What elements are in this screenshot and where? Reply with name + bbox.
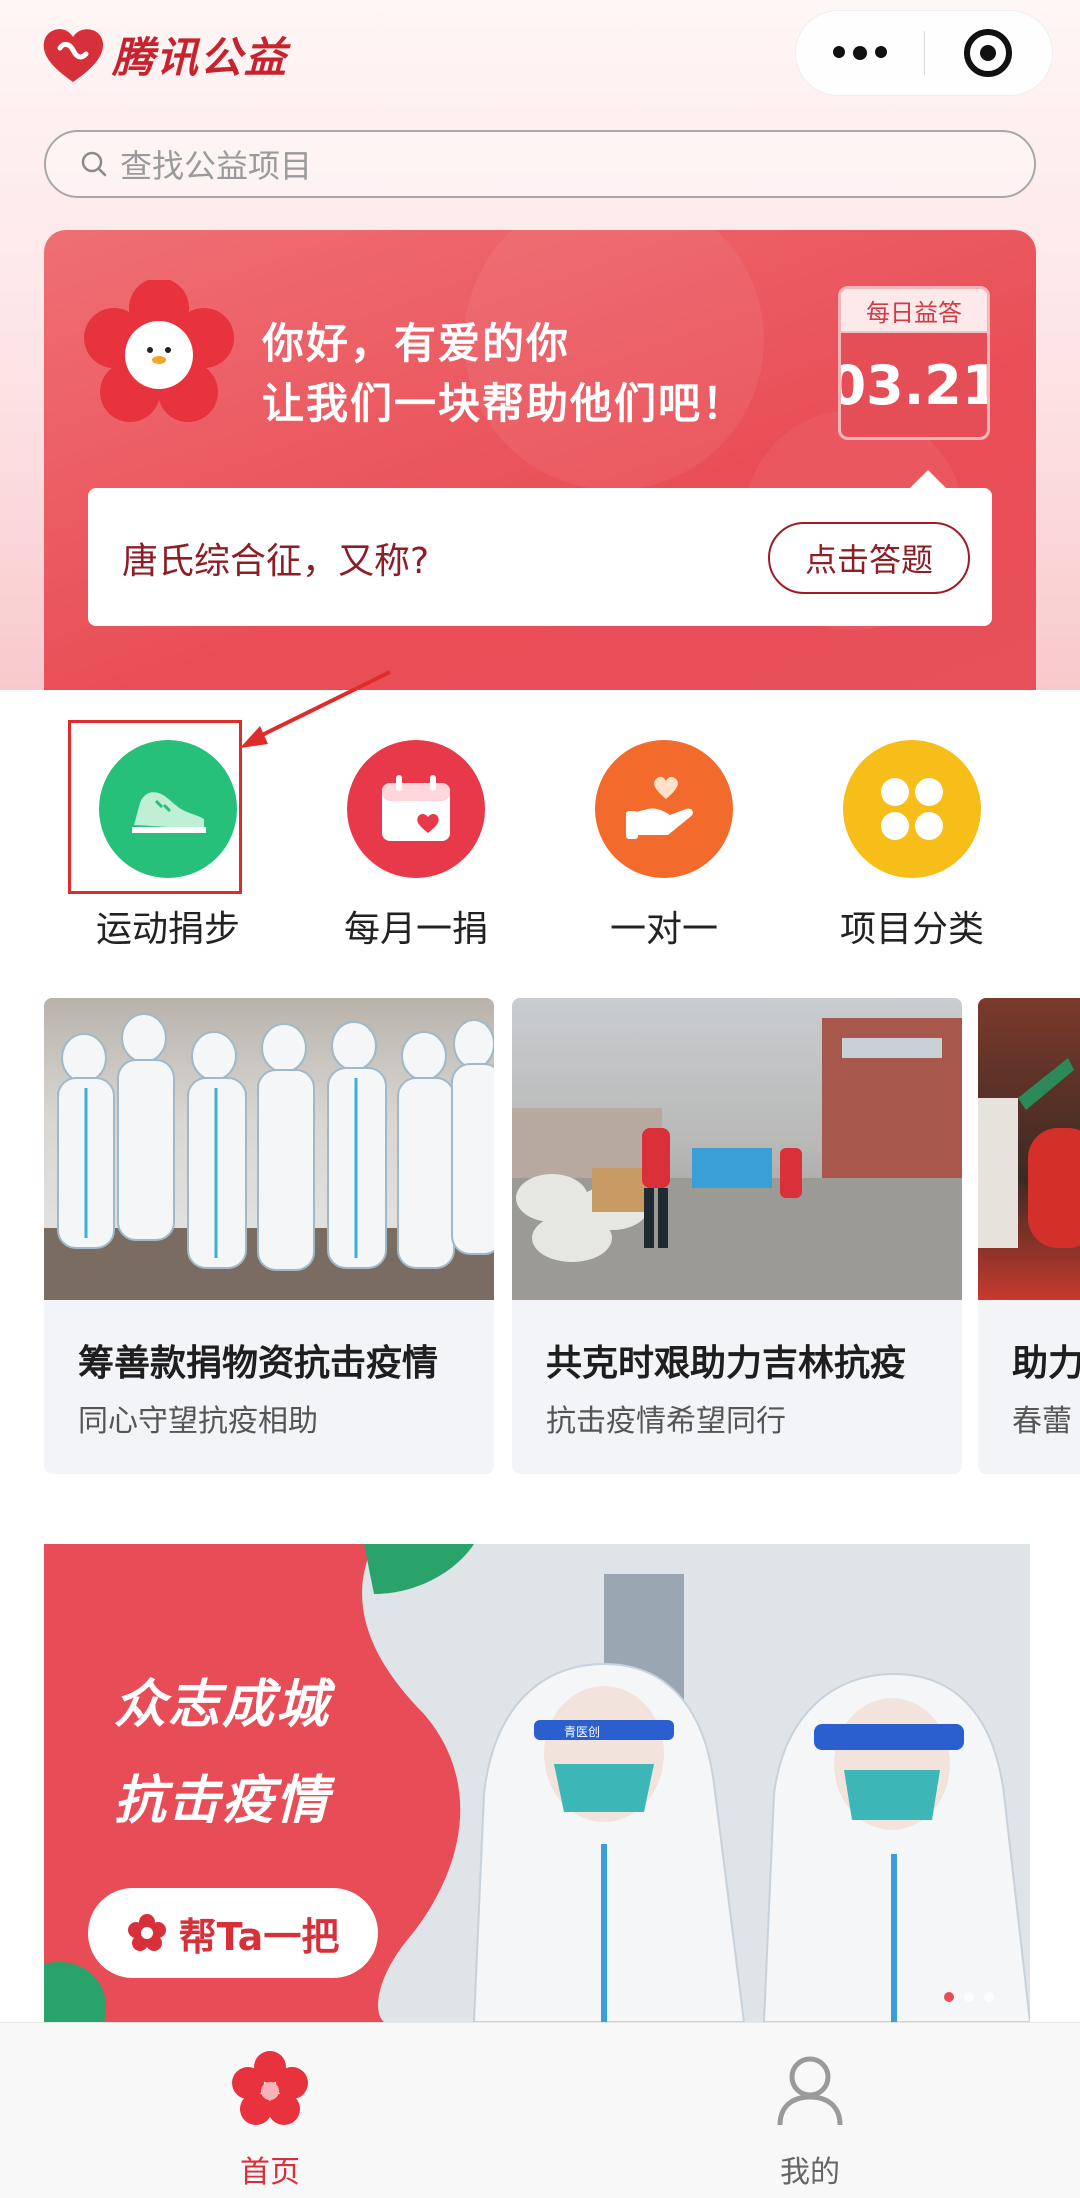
- annotation-highlight-box: [68, 720, 242, 894]
- project-image: [44, 998, 494, 1300]
- tab-home[interactable]: 首页: [170, 2051, 370, 2191]
- calendar-heart-icon: [347, 740, 485, 878]
- flower-icon: [127, 1914, 166, 1951]
- clover-grid-icon: [843, 740, 981, 878]
- entry-monthly-donation[interactable]: 每月一捐: [316, 740, 516, 952]
- search-placeholder: 查找公益项目: [120, 147, 313, 185]
- daily-quiz-label: 每日益答: [841, 289, 987, 333]
- search-icon: [81, 151, 107, 177]
- project-title: 筹善款捐物资抗击疫情: [78, 1343, 439, 1384]
- tab-mine-label: 我的: [780, 2155, 840, 2190]
- entry-label: 每月一捐: [343, 909, 488, 950]
- quiz-question-box: 唐氏综合征，又称? 点击答题: [88, 488, 992, 626]
- greeting-line-1: 你好，有爱的你: [262, 319, 571, 368]
- help-button-label: 帮Ta一把: [178, 1914, 340, 1959]
- visor-text: 青医创: [564, 1725, 600, 1739]
- user-icon: [777, 2056, 843, 2126]
- daily-quiz-date: 03.21: [841, 333, 987, 437]
- campaign-banner[interactable]: 青医创 众志成城 抗击疫情 帮Ta一把: [44, 1544, 1030, 2022]
- help-button[interactable]: 帮Ta一把: [88, 1888, 378, 1978]
- app-logo: 腾讯公益: [40, 24, 288, 85]
- entry-one-on-one[interactable]: 一对一: [564, 740, 764, 952]
- heart-logo-icon: [43, 28, 104, 82]
- entry-label: 项目分类: [839, 909, 984, 950]
- entry-category[interactable]: 项目分类: [812, 740, 1012, 952]
- project-image: [512, 998, 962, 1300]
- entry-label: 运动捐步: [95, 909, 240, 950]
- project-title: 助力: [1012, 1343, 1080, 1384]
- project-card[interactable]: 共克时艰助力吉林抗疫 抗击疫情希望同行: [512, 998, 962, 1474]
- hand-heart-icon: [595, 740, 733, 878]
- project-subtitle: 春蕾: [1012, 1404, 1072, 1439]
- flower-home-icon: [232, 2051, 308, 2125]
- bottom-tabbar: 首页 我的: [0, 2022, 1080, 2198]
- quiz-question: 唐氏综合征，又称?: [122, 541, 430, 582]
- tab-mine[interactable]: 我的: [710, 2051, 910, 2191]
- project-card[interactable]: 助力 春蕾: [978, 998, 1080, 1474]
- carousel-indicator: [944, 1992, 994, 2002]
- miniprogram-capsule: [795, 10, 1053, 96]
- tab-home-label: 首页: [240, 2155, 300, 2190]
- flower-mascot-icon: [84, 280, 234, 422]
- app-name: 腾讯公益: [112, 33, 289, 82]
- project-subtitle: 同心守望抗疫相助: [78, 1404, 318, 1439]
- project-title: 共克时艰助力吉林抗疫: [546, 1343, 907, 1384]
- quiz-bubble-notch: [910, 470, 946, 488]
- project-image: [978, 998, 1080, 1300]
- close-target-icon[interactable]: [925, 29, 1053, 77]
- banner-slogan-2: 抗击疫情: [114, 1771, 331, 1831]
- daily-quiz-calendar[interactable]: 每日益答 03.21: [838, 286, 990, 440]
- project-subtitle: 抗击疫情希望同行: [546, 1404, 786, 1439]
- annotation-arrow-icon: [240, 670, 391, 748]
- project-card[interactable]: 筹善款捐物资抗击疫情 同心守望抗疫相助: [44, 998, 494, 1474]
- entry-label: 一对一: [609, 909, 718, 950]
- greeting-line-2: 让我们一块帮助他们吧！: [262, 379, 747, 428]
- greeting-card: 你好，有爱的你 让我们一块帮助他们吧！ 每日益答 03.21 唐氏综合征，又称?…: [44, 230, 1036, 690]
- project-carousel: 筹善款捐物资抗击疫情 同心守望抗疫相助 共克时艰助力吉林抗疫 抗击疫情希望同行: [0, 998, 1080, 1474]
- header: 腾讯公益: [0, 0, 1080, 115]
- more-icon[interactable]: [796, 46, 924, 60]
- search-input[interactable]: 查找公益项目: [44, 130, 1036, 198]
- answer-button[interactable]: 点击答题: [768, 522, 970, 594]
- banner-slogan-1: 众志成城: [114, 1675, 331, 1735]
